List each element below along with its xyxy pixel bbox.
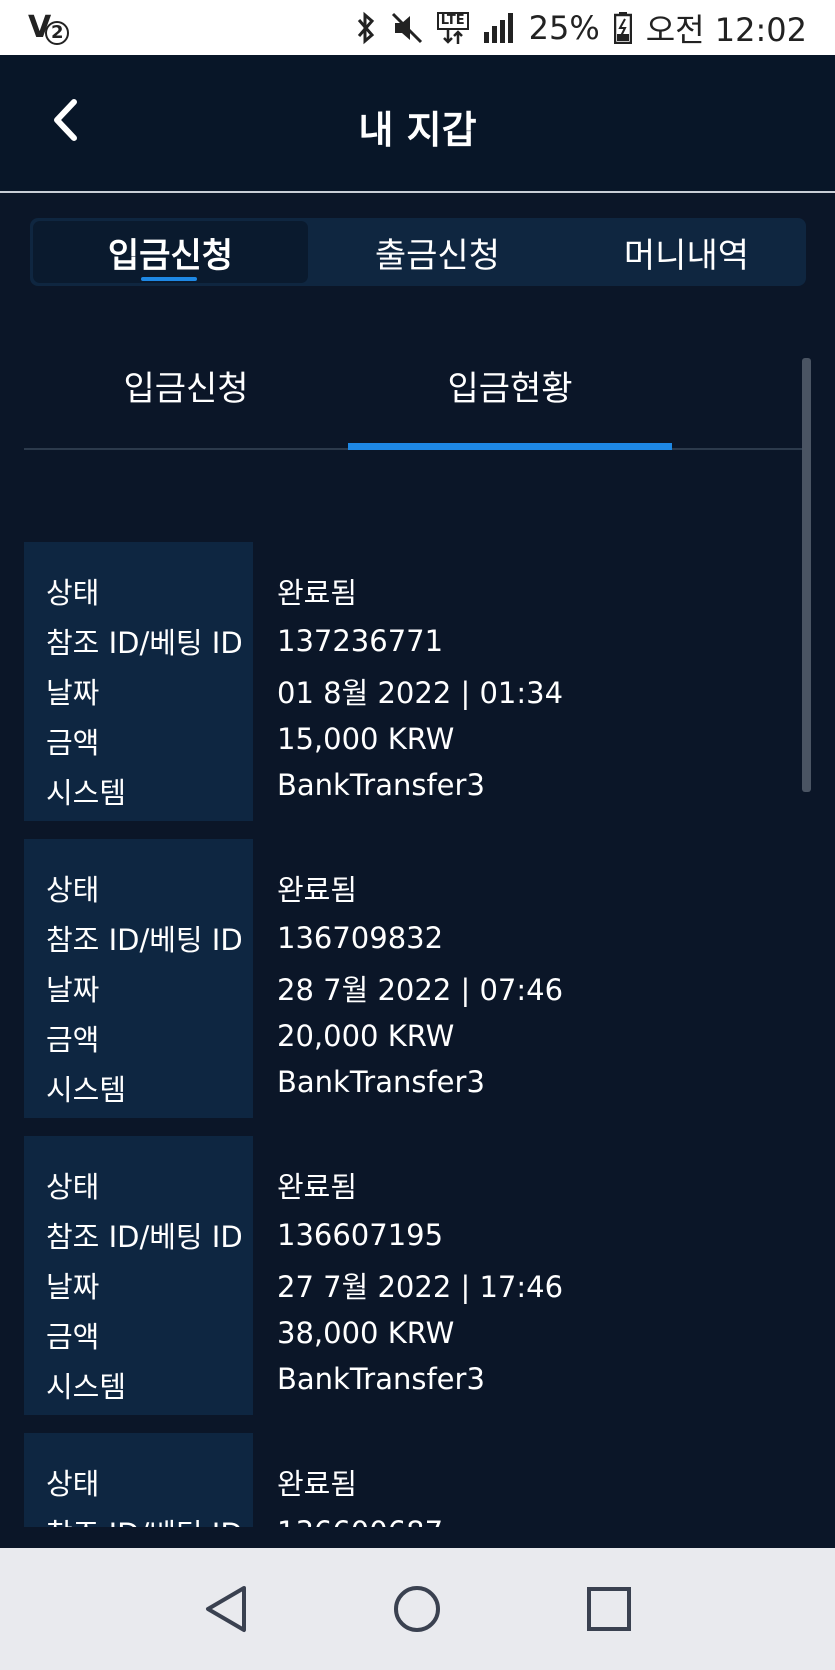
nav-home-button[interactable] [387, 1579, 447, 1639]
battery-icon [613, 11, 632, 44]
date-value: 28 7월 2022 | 07:46 [277, 973, 564, 1007]
deposit-record: 상태 참조 ID/베팅 ID 날짜 금액 시스템 완료됨 136607195 2… [24, 1136, 794, 1415]
system-value: BankTransfer3 [277, 768, 485, 802]
system-value: BankTransfer3 [277, 1065, 485, 1099]
system-label: 시스템 [46, 776, 127, 810]
amount-label: 금액 [46, 1023, 100, 1057]
deposit-record: 상태 참조 ID/베팅 ID 날짜 금액 시스템 완료됨 136709832 2… [24, 839, 794, 1118]
carrier-logo-sub: 2 [45, 20, 70, 45]
deposit-record: 상태 참조 ID/베팅 ID 날짜 금액 시스템 완료됨 137236771 0… [24, 542, 794, 821]
triangle-back-icon [205, 1586, 246, 1632]
lte-label: LTE [436, 11, 469, 30]
page-title: 내 지갑 [358, 108, 477, 152]
record-values: 완료됨 137236771 01 8월 2022 | 01:34 15,000 … [253, 542, 563, 821]
system-label: 시스템 [46, 1073, 127, 1107]
date-label: 날짜 [46, 676, 100, 710]
subtab-deposit-request[interactable]: 입금신청 [24, 340, 348, 448]
record-labels: 상태 참조 ID/베팅 ID 날짜 금액 시스템 [24, 1433, 253, 1527]
ref-id-value: 136709832 [277, 921, 444, 955]
carrier-logo: V 2 [28, 10, 70, 45]
subtab-deposit-status[interactable]: 입금현황 [348, 340, 672, 450]
tab-deposit-request[interactable]: 입금신청 [33, 221, 308, 283]
signal-icon [483, 12, 515, 44]
status-bar: V 2 LTE 25% 오전 12:02 [0, 0, 835, 55]
system-label: 시스템 [46, 1370, 127, 1404]
date-value: 01 8월 2022 | 01:34 [277, 676, 564, 710]
amount-value: 38,000 KRW [277, 1315, 455, 1350]
app-header: 내 지갑 [0, 55, 835, 193]
record-values: 완료됨 136607195 27 7월 2022 | 17:46 38,000 … [253, 1136, 563, 1415]
deposit-records-list: 상태 참조 ID/베팅 ID 날짜 금액 시스템 완료됨 137236771 0… [24, 542, 794, 1527]
status-label: 상태 [46, 576, 100, 610]
record-labels: 상태 참조 ID/베팅 ID 날짜 금액 시스템 [24, 839, 253, 1118]
record-labels: 상태 참조 ID/베팅 ID 날짜 금액 시스템 [24, 542, 253, 821]
amount-label: 금액 [46, 726, 100, 760]
mute-icon [391, 12, 423, 44]
record-labels: 상태 참조 ID/베팅 ID 날짜 금액 시스템 [24, 1136, 253, 1415]
date-label: 날짜 [46, 973, 100, 1007]
ref-id-value: 137236771 [277, 624, 444, 658]
system-nav-bar [0, 1548, 835, 1670]
date-value: 27 7월 2022 | 17:46 [277, 1270, 564, 1304]
status-value: 완료됨 [277, 1467, 358, 1501]
scrollbar[interactable] [802, 358, 811, 792]
bluetooth-icon [355, 11, 377, 45]
status-label: 상태 [46, 1170, 100, 1204]
date-label: 날짜 [46, 1270, 100, 1304]
status-label: 상태 [46, 1467, 100, 1501]
main-tabs: 입금신청 출금신청 머니내역 [30, 218, 806, 286]
nav-recents-button[interactable] [579, 1579, 639, 1639]
status-value: 완료됨 [277, 1170, 358, 1204]
record-values: 완료됨 136600687 [253, 1433, 443, 1527]
system-value: BankTransfer3 [277, 1362, 485, 1396]
status-value: 완료됨 [277, 873, 358, 907]
square-recents-icon [587, 1587, 632, 1631]
circle-home-icon [394, 1586, 441, 1632]
record-values: 완료됨 136709832 28 7월 2022 | 07:46 20,000 … [253, 839, 563, 1118]
ref-id-label: 참조 ID/베팅 ID [46, 626, 243, 660]
status-label: 상태 [46, 873, 100, 907]
nav-back-button[interactable] [196, 1579, 256, 1639]
amount-value: 15,000 KRW [277, 721, 455, 756]
ref-id-label: 참조 ID/베팅 ID [46, 1220, 243, 1254]
tab-money-history[interactable]: 머니내역 [567, 221, 806, 283]
tab-withdraw-request[interactable]: 출금신청 [308, 221, 567, 283]
ref-id-label: 참조 ID/베팅 ID [46, 1507, 253, 1527]
ref-id-value: 136600687 [277, 1507, 443, 1527]
battery-text: 25% [528, 8, 600, 47]
sub-tabs: 입금신청 입금현황 [24, 340, 810, 450]
lte-icon: LTE [436, 11, 469, 44]
ref-id-value: 136607195 [277, 1218, 444, 1252]
deposit-record: 상태 참조 ID/베팅 ID 날짜 금액 시스템 완료됨 136600687 [24, 1433, 794, 1527]
status-value: 완료됨 [277, 576, 358, 610]
amount-label: 금액 [46, 1320, 100, 1354]
clock: 오전 12:02 [645, 10, 807, 49]
amount-value: 20,000 KRW [277, 1018, 455, 1053]
ref-id-label: 참조 ID/베팅 ID [46, 923, 243, 957]
